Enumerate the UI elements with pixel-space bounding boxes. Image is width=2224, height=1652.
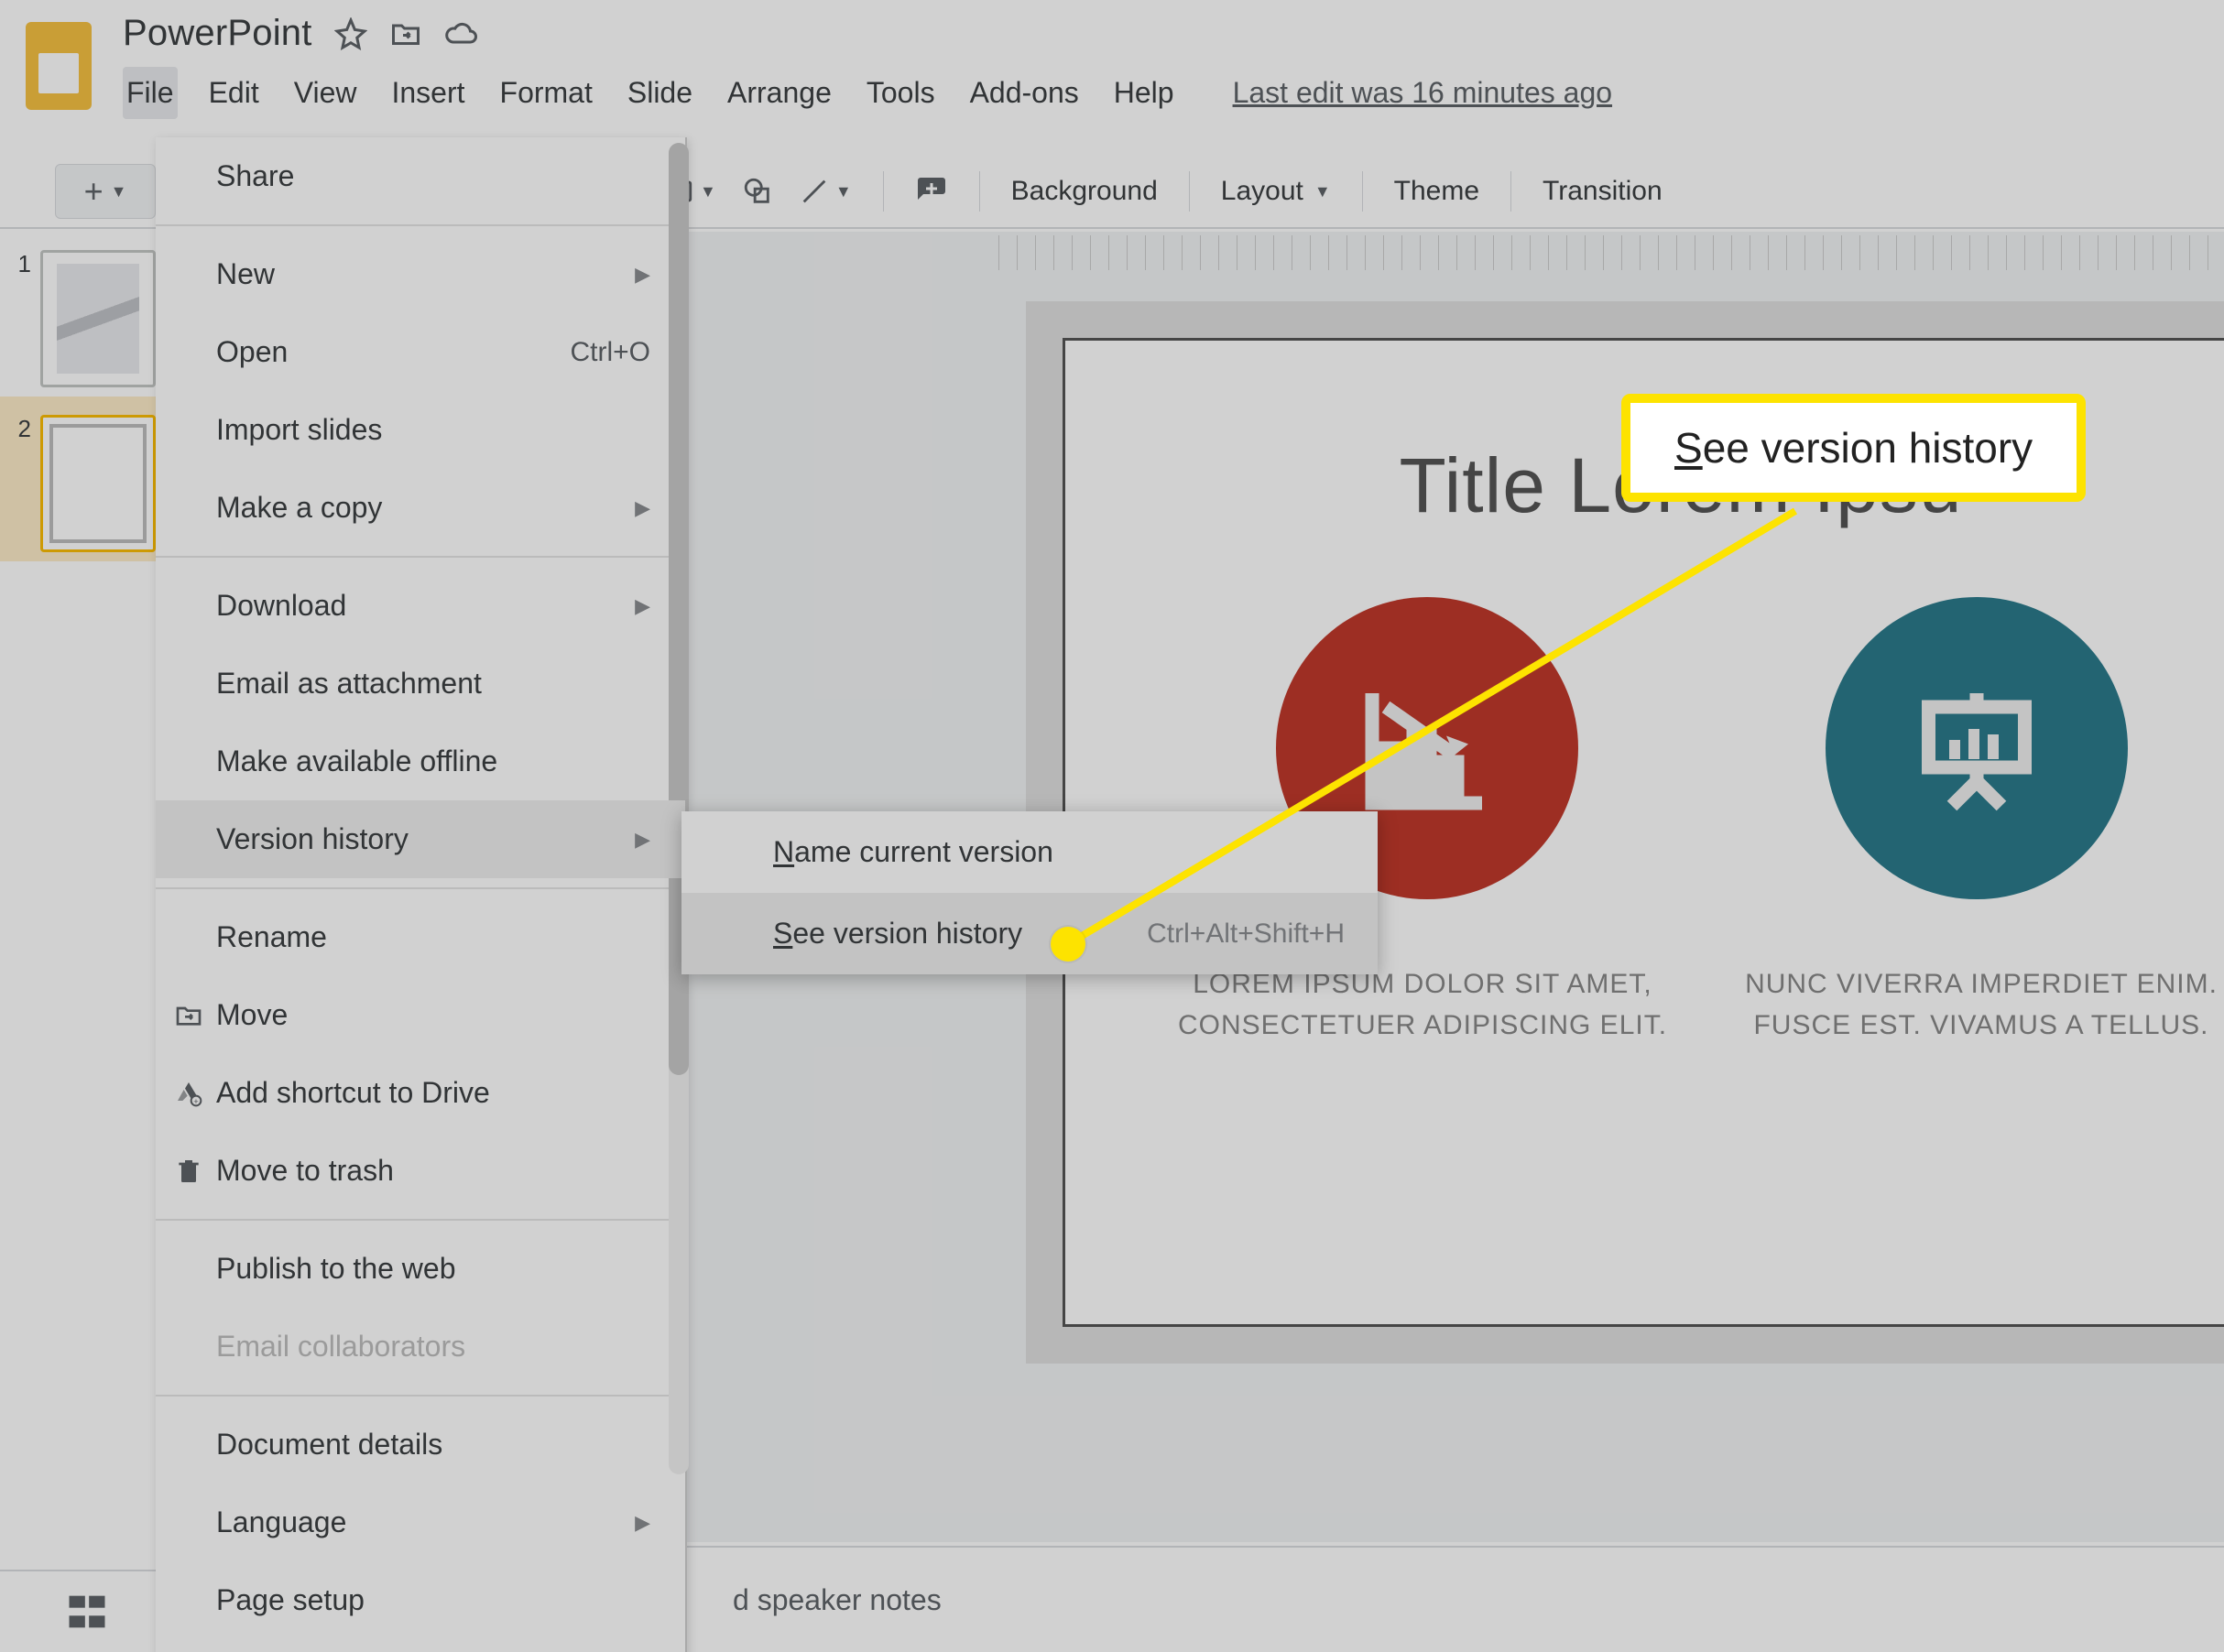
annotation-dot [1051, 927, 1085, 962]
annotation-pointer-line [0, 0, 2224, 1652]
callout-text-underline: S [1674, 424, 1703, 472]
callout-text: ee version history [1703, 424, 2033, 472]
annotation-callout: See version history [1621, 394, 2086, 502]
